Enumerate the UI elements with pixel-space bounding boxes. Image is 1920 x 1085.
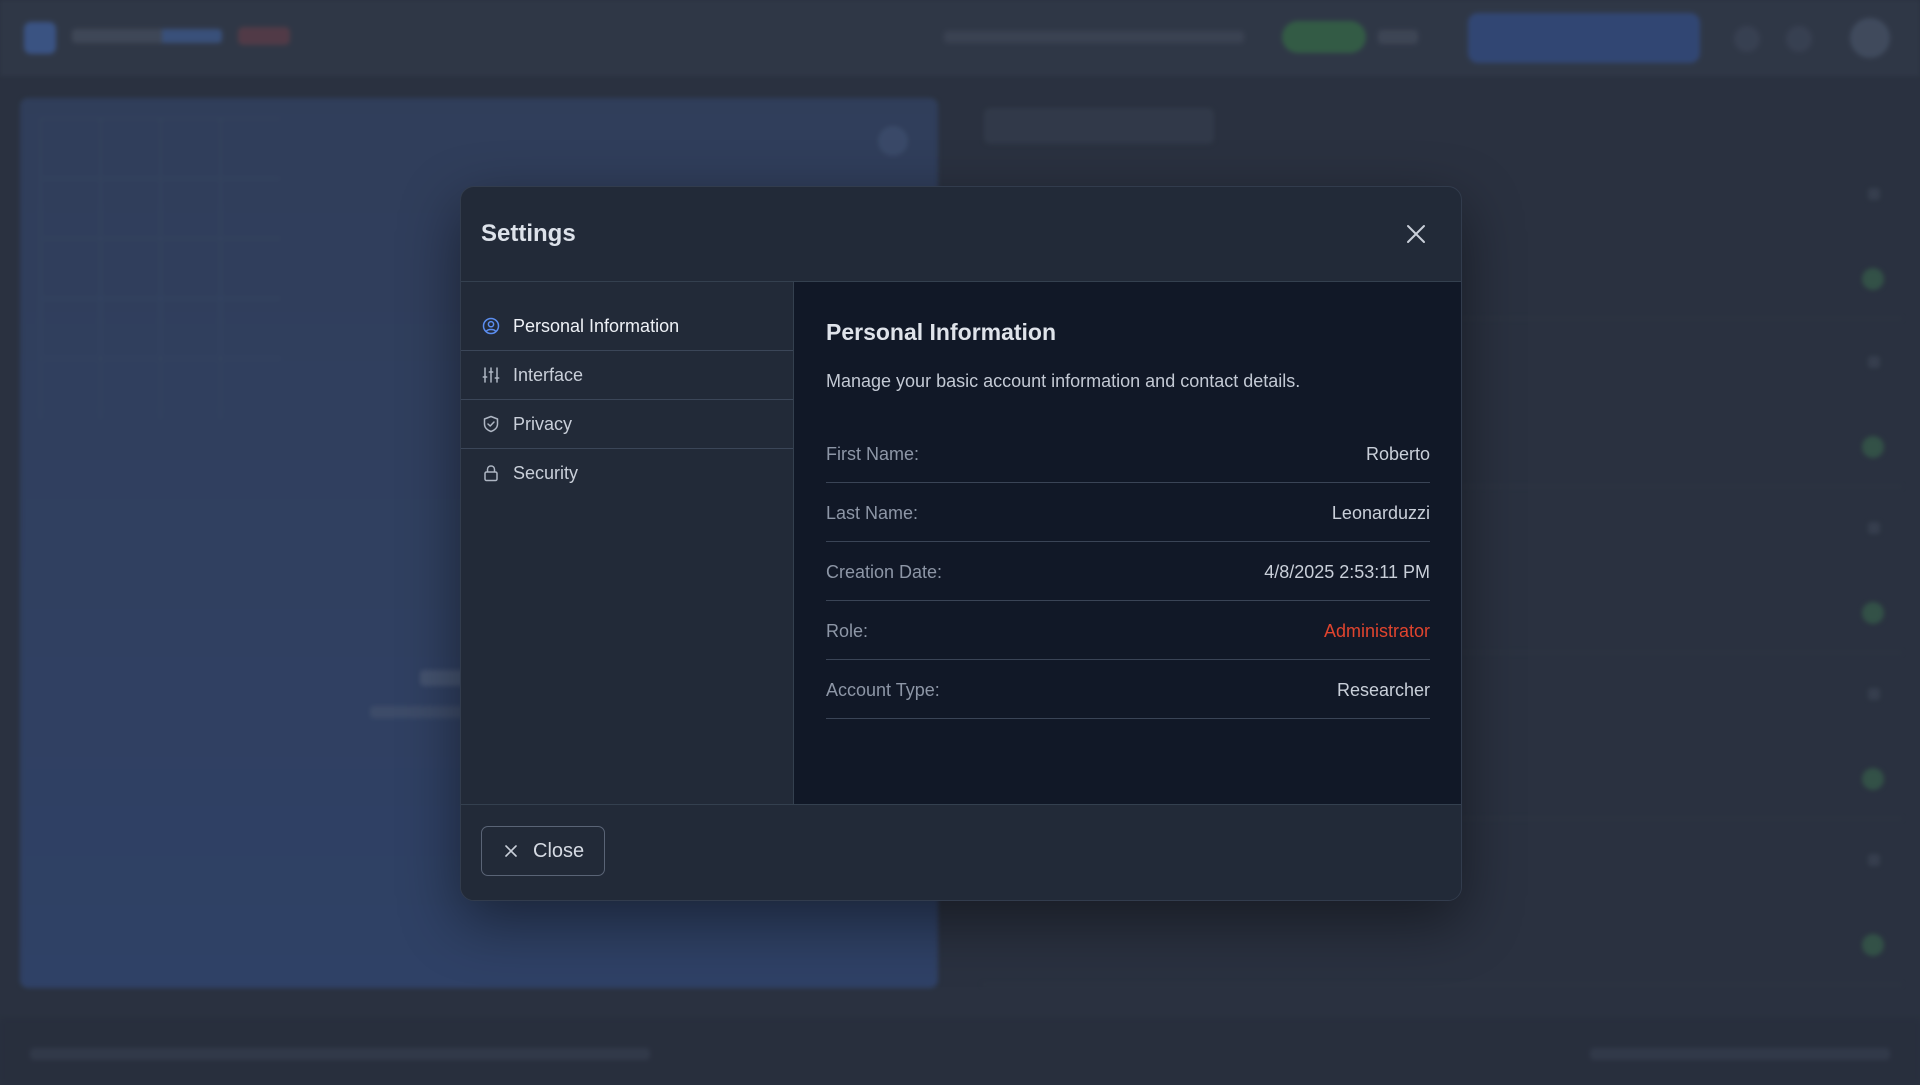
- info-row-creation-date: Creation Date: 4/8/2025 2:53:11 PM: [826, 542, 1430, 601]
- settings-content: Personal Information Manage your basic a…: [794, 282, 1461, 804]
- sidebar-item-label: Personal Information: [513, 316, 680, 336]
- sidebar-item-personal-information[interactable]: Personal Information: [461, 302, 793, 350]
- close-icon: [504, 844, 518, 858]
- close-button[interactable]: Close: [481, 826, 605, 876]
- dialog-title: Settings: [481, 220, 576, 247]
- field-label: Account Type:: [826, 680, 940, 700]
- user-circle-icon: [481, 316, 501, 336]
- lock-icon: [481, 463, 501, 483]
- info-row-first-name: First Name: Roberto: [826, 424, 1430, 483]
- sidebar-item-label: Interface: [513, 365, 584, 385]
- info-row-account-type: Account Type: Researcher: [826, 660, 1430, 719]
- info-row-role: Role: Administrator: [826, 601, 1430, 660]
- sidebar-item-security[interactable]: Security: [461, 449, 793, 497]
- field-label: Creation Date:: [826, 562, 943, 582]
- field-label: Role:: [826, 621, 869, 641]
- field-value: 4/8/2025 2:53:11 PM: [1264, 562, 1430, 582]
- info-row-last-name: Last Name: Leonarduzzi: [826, 483, 1430, 542]
- field-value: Leonarduzzi: [1331, 503, 1430, 523]
- section-description: Manage your basic account information an…: [826, 371, 1301, 391]
- field-value: Researcher: [1336, 680, 1430, 700]
- sidebar-item-label: Security: [513, 463, 579, 483]
- field-label: Last Name:: [826, 503, 919, 523]
- field-value: Roberto: [1365, 444, 1430, 464]
- sidebar-item-privacy[interactable]: Privacy: [461, 400, 793, 448]
- dialog-footer: Close: [461, 804, 1461, 900]
- field-label: First Name:: [826, 444, 920, 464]
- close-button-label: Close: [533, 840, 585, 862]
- sidebar-item-interface[interactable]: Interface: [461, 351, 793, 399]
- shield-check-icon: [481, 414, 501, 434]
- close-icon[interactable]: [1401, 219, 1431, 249]
- sidebar-item-label: Privacy: [513, 414, 573, 434]
- section-title: Personal Information: [826, 319, 1057, 345]
- dialog-header: Settings: [461, 187, 1461, 282]
- settings-sidebar: Personal Information Interface Privacy S…: [461, 282, 794, 804]
- settings-dialog: Settings Personal Information Interface …: [460, 186, 1462, 901]
- sliders-icon: [481, 365, 501, 385]
- role-value: Administrator: [1323, 621, 1430, 641]
